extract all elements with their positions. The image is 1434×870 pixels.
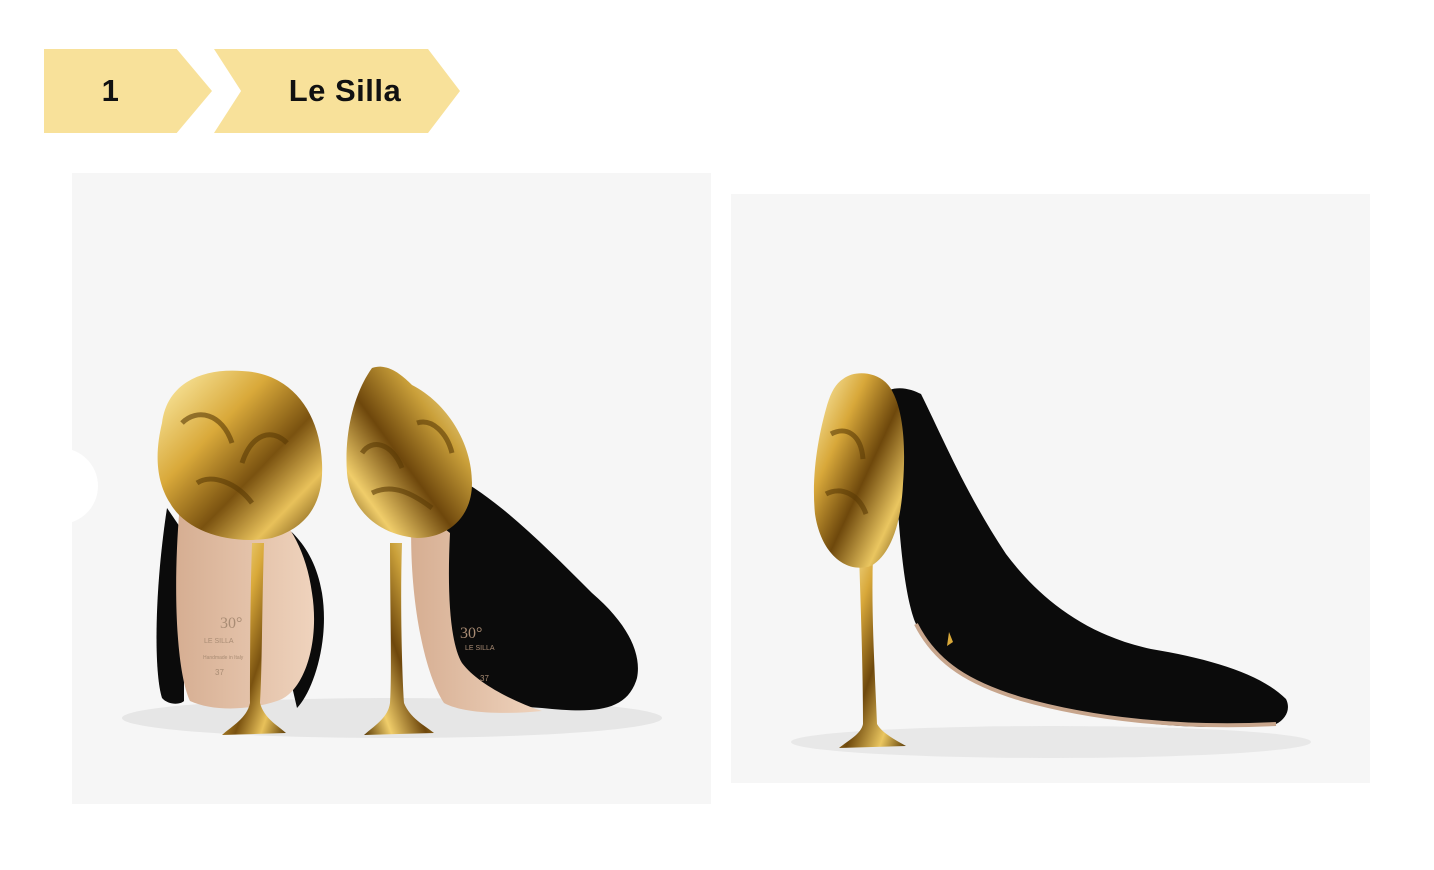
insole-brand-right: LE SILLA [465, 645, 495, 652]
insole-brand-left: LE SILLA [204, 638, 234, 645]
insole-logo-right: 30° [460, 625, 482, 642]
insole-logo-left: 30° [220, 615, 242, 632]
brand-badge: Le Silla [214, 49, 460, 133]
product-ranking-card: 1 Le Silla 30° LE SILLA Handmade in Ital… [0, 0, 1434, 870]
rank-number: 1 [101, 73, 120, 108]
shoe-pair-back-image: 30° LE SILLA Handmade in Italy 37 30° LE… [72, 173, 711, 804]
rank-badge: 1 [44, 49, 212, 133]
shoe-side-image [731, 194, 1370, 783]
brand-name: Le Silla [288, 73, 402, 108]
insole-size-right: 37 [480, 674, 489, 683]
insole-made-left: Handmade in Italy [203, 655, 244, 661]
insole-size-left: 37 [215, 668, 224, 677]
